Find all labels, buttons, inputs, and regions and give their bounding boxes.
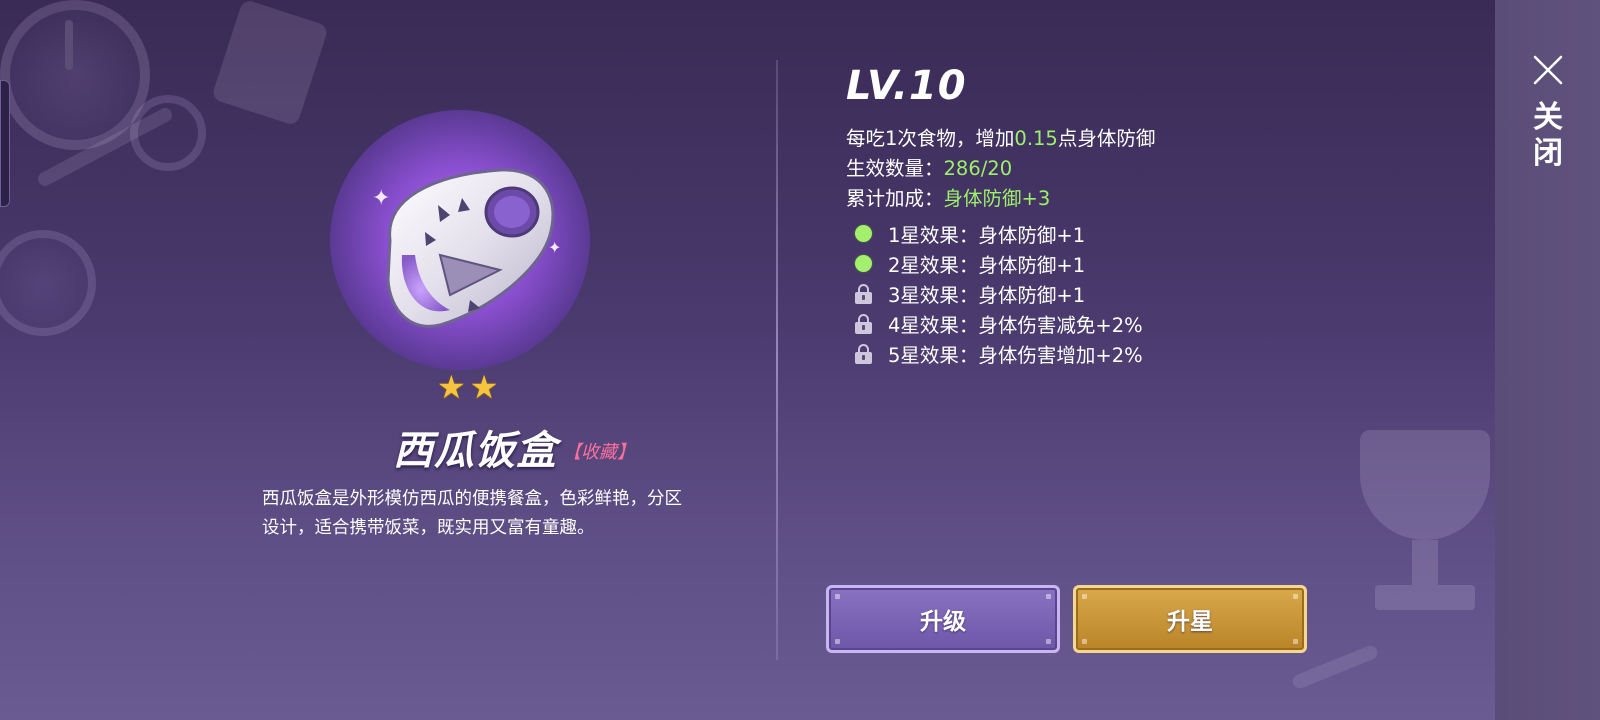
per-food-prefix: 每吃1次食物，增加	[846, 127, 1015, 150]
green-dot-icon	[855, 225, 872, 242]
per-food-bonus: 每吃1次食物，增加0.15点身体防御	[846, 122, 1155, 151]
star-icon: ★	[437, 368, 466, 406]
item-description: 西瓜饭盒是外形模仿西瓜的便携餐盒，色彩鲜艳，分区设计，适合携带饭菜，既实用又富有…	[262, 489, 682, 538]
close-icon[interactable]	[1532, 54, 1564, 86]
item-name: 西瓜饭盒	[393, 428, 557, 474]
lunchbox-item-icon	[386, 168, 555, 328]
item-level: LV.10	[846, 63, 967, 109]
star-effect-label: 5星效果：身体伤害增加+2%	[888, 344, 1143, 367]
star-effect-label: 4星效果：身体伤害减免+2%	[888, 314, 1143, 337]
star-effect-row: 1星效果：身体防御+1	[855, 219, 1085, 248]
sparkle-icon: ✦	[548, 238, 562, 257]
cumulative-bonus: 累计加成：身体防御+3	[846, 182, 1050, 211]
cumulative-bonus-value: 身体防御+3	[943, 187, 1051, 210]
star-up-button-label: 升星	[1167, 609, 1213, 635]
sparkle-icon: ✦	[372, 186, 391, 211]
background-trophy-decoration	[1350, 430, 1500, 610]
background-card-decoration	[210, 0, 330, 127]
per-food-suffix: 点身体防御	[1057, 127, 1156, 150]
star-icon: ★	[469, 368, 499, 406]
effective-count: 生效数量：286/20	[846, 152, 1012, 181]
per-food-value: 0.15	[1014, 127, 1058, 150]
star-effect-label: 2星效果：身体防御+1	[888, 254, 1086, 277]
star-effect-row: 4星效果：身体伤害减免+2%	[855, 309, 1143, 338]
cumulative-bonus-label: 累计加成：	[846, 187, 944, 210]
upgrade-button-label: 升级	[920, 609, 966, 635]
effective-count-label: 生效数量：	[846, 157, 944, 180]
item-detail-screen: ✦ ✦ ★ ★ 西瓜饭盒 【收藏】 西瓜饭盒是外形模仿西瓜的便携餐盒，色彩鲜艳，…	[0, 0, 1600, 720]
star-effect-row: 3星效果：身体防御+1	[855, 279, 1085, 308]
star-effect-row: 5星效果：身体伤害增加+2%	[855, 339, 1143, 368]
lock-icon	[855, 283, 872, 304]
panel-divider	[776, 60, 778, 660]
collection-tag: 【收藏】	[563, 442, 635, 463]
upgrade-button[interactable]: 升级	[826, 585, 1060, 653]
star-up-button[interactable]: 升星	[1073, 585, 1307, 653]
star-effect-label: 3星效果：身体防御+1	[888, 284, 1086, 307]
star-effect-label: 1星效果：身体防御+1	[888, 224, 1086, 247]
left-edge-tab[interactable]	[0, 80, 10, 207]
star-rating: ★ ★	[437, 371, 498, 403]
lock-icon	[855, 313, 872, 334]
lock-icon	[855, 343, 872, 364]
green-dot-icon	[855, 255, 872, 272]
close-label[interactable]: 关闭	[1531, 100, 1565, 172]
star-effect-row: 2星效果：身体防御+1	[855, 249, 1085, 278]
background-compass-decoration	[0, 230, 96, 336]
effective-count-value: 286/20	[943, 157, 1013, 180]
